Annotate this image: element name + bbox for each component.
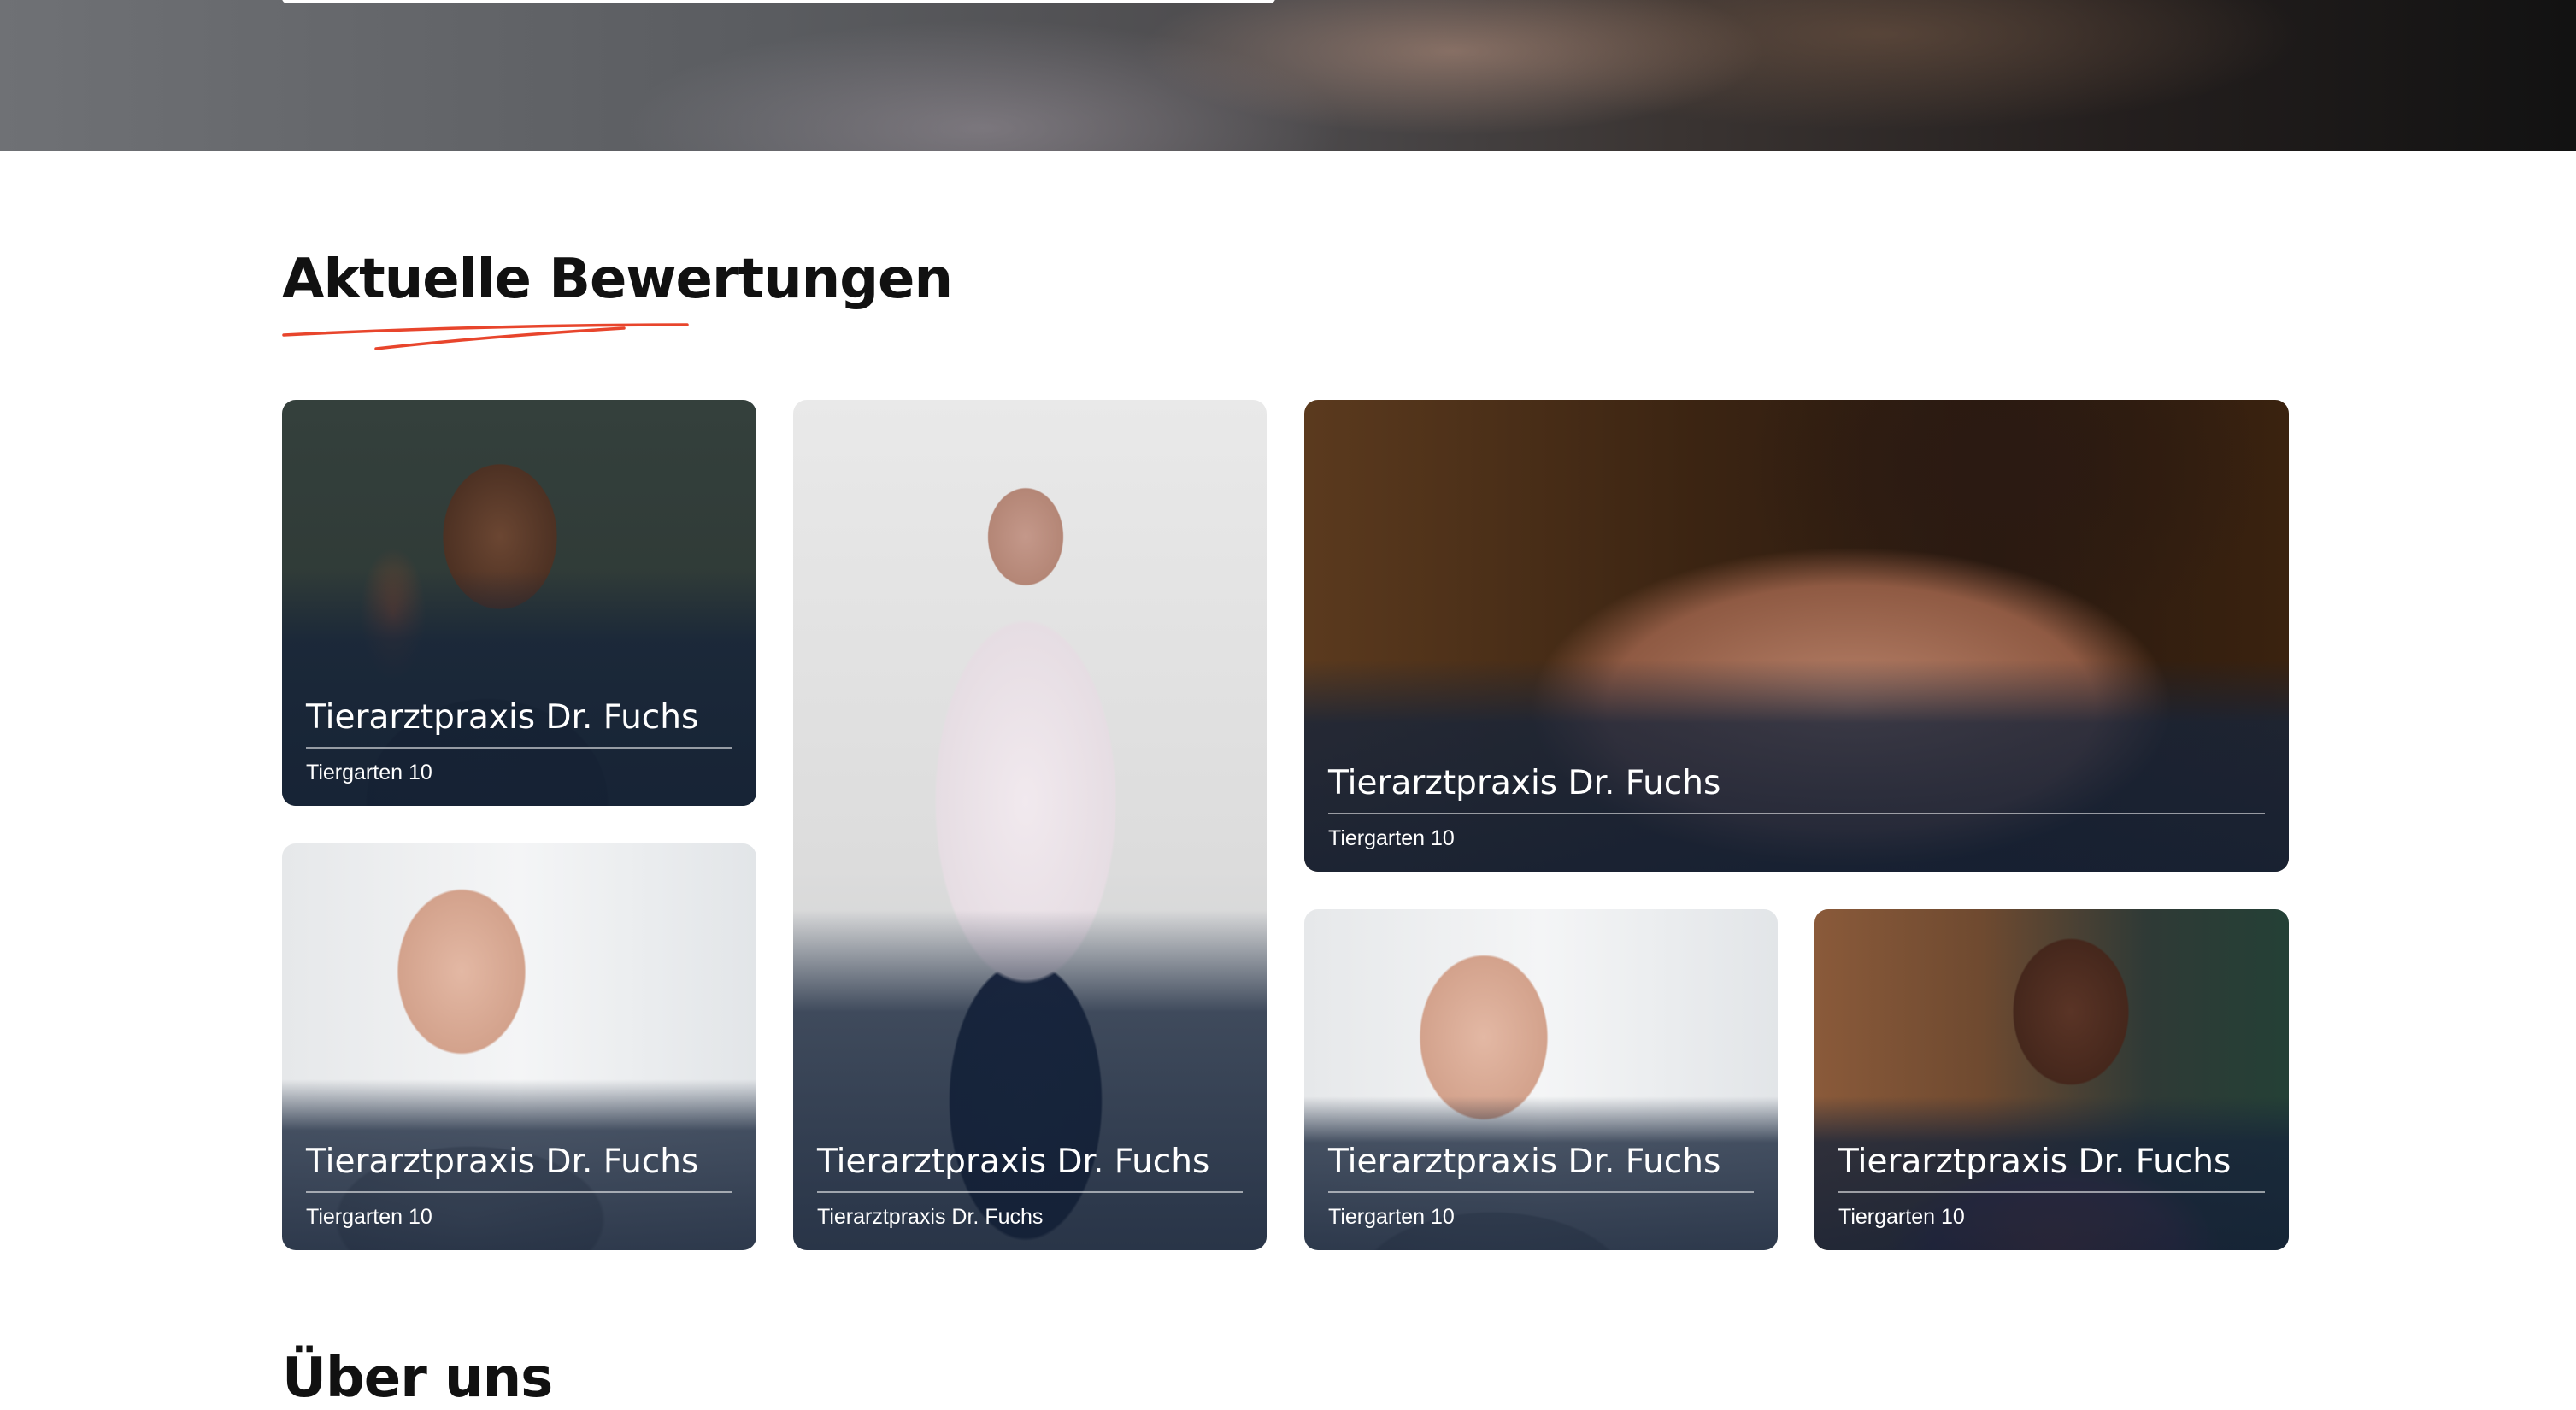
practice-name: Tierarztpraxis Dr. Fuchs [306, 1143, 732, 1193]
review-card[interactable]: Tierarztpraxis Dr. Fuchs Tiergarten 10 [1304, 909, 1778, 1250]
review-card[interactable]: Tierarztpraxis Dr. Fuchs Tiergarten 10 [1304, 400, 2289, 872]
section-title-about: Über uns [282, 1347, 553, 1410]
review-card[interactable]: Tierarztpraxis Dr. Fuchs Tiergarten 10 [282, 843, 756, 1250]
practice-name: Tierarztpraxis Dr. Fuchs [306, 698, 732, 749]
practice-address: Tiergarten 10 [306, 1205, 432, 1229]
review-card[interactable]: Tierarztpraxis Dr. Fuchs Tiergarten 10 [282, 400, 756, 806]
hero-banner [0, 0, 2576, 151]
review-card[interactable]: Tierarztpraxis Dr. Fuchs Tierarztpraxis … [793, 400, 1267, 1250]
practice-name: Tierarztpraxis Dr. Fuchs [1838, 1143, 2265, 1193]
review-card[interactable]: Tierarztpraxis Dr. Fuchs Tiergarten 10 [1814, 909, 2289, 1250]
section-title-reviews: Aktuelle Bewertungen [282, 248, 953, 311]
title-underline-stroke [282, 323, 689, 350]
search-bar[interactable] [282, 0, 1275, 3]
practice-name: Tierarztpraxis Dr. Fuchs [817, 1143, 1243, 1193]
practice-address: Tierarztpraxis Dr. Fuchs [817, 1205, 1044, 1229]
practice-name: Tierarztpraxis Dr. Fuchs [1328, 764, 2265, 814]
practice-address: Tiergarten 10 [1838, 1205, 1965, 1229]
practice-name: Tierarztpraxis Dr. Fuchs [1328, 1143, 1754, 1193]
practice-address: Tiergarten 10 [1328, 1205, 1455, 1229]
practice-address: Tiergarten 10 [1328, 826, 1455, 850]
practice-address: Tiergarten 10 [306, 761, 432, 784]
